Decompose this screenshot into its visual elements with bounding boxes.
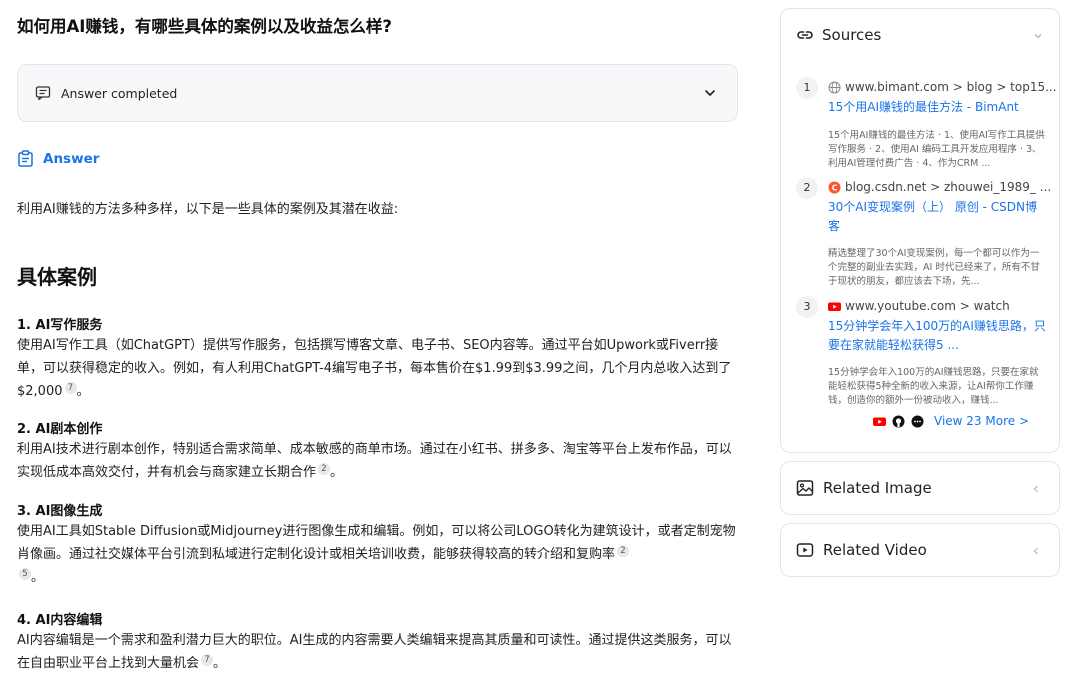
source-snippet: 15个用AI赚钱的最佳方法 · 1、使用AI写作工具提供写作服务 · 2、使用A…	[828, 130, 1045, 169]
source-domain: www.bimant.com > blog > top15...	[828, 80, 1057, 94]
case-text-2: 利用AI技术进行剧本创作，特别适合需求简单、成本敏感的商单市场。通过在小红书、拼…	[17, 442, 732, 480]
source-domain-text: blog.csdn.net > zhouwei_1989_ ...	[845, 180, 1052, 194]
case-body-4: AI内容编辑是一个需求和盈利潜力巨大的职位。AI生成的内容需要人类编辑来提高其质…	[17, 633, 732, 671]
svg-text:C: C	[832, 183, 838, 192]
source-title-link[interactable]: 15个用AI赚钱的最佳方法 - BimAnt	[828, 98, 1048, 117]
case-title-4: 4. AI内容编辑	[17, 613, 103, 628]
related-image-panel[interactable]: Related Image	[780, 461, 1060, 515]
source-domain: C blog.csdn.net > zhouwei_1989_ ...	[828, 180, 1051, 194]
message-icon	[35, 86, 51, 101]
citation-badge[interactable]: 7	[64, 381, 77, 394]
citation-badge[interactable]: 5	[19, 567, 31, 580]
case-title-2: 2. AI剧本创作	[17, 422, 103, 437]
chevron-down-icon[interactable]	[1033, 31, 1043, 41]
video-icon	[796, 543, 814, 557]
sources-title: Sources	[822, 26, 882, 44]
image-icon	[796, 480, 814, 496]
github-icon	[892, 415, 905, 427]
related-video-panel[interactable]: Related Video	[780, 523, 1060, 577]
related-image-label: Related Image	[823, 479, 932, 497]
source-number: 2	[796, 177, 818, 199]
citation-badge[interactable]: 2	[617, 544, 630, 557]
source-snippet: 15分钟学会年入100万的AI赚钱思路，只要在家就能轻松获得5种全新的收入来源，…	[828, 367, 1039, 406]
clipboard-icon	[18, 150, 33, 167]
globe-icon	[828, 81, 841, 93]
more-site-icon	[911, 415, 924, 427]
source-number: 1	[796, 77, 818, 99]
source-domain-text: www.youtube.com > watch	[845, 299, 1010, 313]
source-title-link[interactable]: 15分钟学会年入100万的AI赚钱思路，只要在家就能轻松获得5 ...	[828, 317, 1048, 355]
youtube-icon	[828, 302, 841, 311]
source-title-link[interactable]: 30个AI变现案例（上） 原创 - CSDN博客	[828, 198, 1048, 236]
related-video-label: Related Video	[823, 541, 927, 559]
link-icon	[797, 31, 813, 39]
chevron-down-icon[interactable]	[703, 86, 717, 100]
case-title-3: 3. AI图像生成	[17, 504, 103, 519]
more-sources-row[interactable]: View 23 More >	[873, 414, 1029, 428]
case-text-3: 使用AI工具如Stable Diffusion或Midjourney进行图像生成…	[17, 524, 736, 562]
source-domain-text: www.bimant.com > blog > top15...	[845, 80, 1057, 94]
answer-heading: Answer	[17, 150, 99, 167]
case-text-1: 使用AI写作工具（如ChatGPT）提供写作服务，包括撰写博客文章、电子书、SE…	[17, 338, 732, 399]
answer-status-text: Answer completed	[61, 85, 178, 101]
sources-panel: Sources 1 www.bimant.com > blog > top15.…	[780, 8, 1060, 453]
case-body-1: 使用AI写作工具（如ChatGPT）提供写作服务，包括撰写博客文章、电子书、SE…	[17, 338, 732, 399]
source-domain: www.youtube.com > watch	[828, 299, 1010, 313]
answer-intro: 利用AI赚钱的方法多种多样，以下是一些具体的案例及其潜在收益:	[17, 202, 399, 217]
case-body-3: 使用AI工具如Stable Diffusion或Midjourney进行图像生成…	[17, 520, 739, 589]
youtube-icon	[873, 417, 886, 426]
source-number: 3	[796, 296, 818, 318]
chevron-left-icon[interactable]	[1031, 484, 1041, 494]
citation-badge[interactable]: 7	[201, 653, 214, 666]
view-more-sources-link[interactable]: View 23 More >	[934, 414, 1029, 428]
section-title: 具体案例	[17, 265, 97, 289]
sources-header[interactable]: Sources	[796, 26, 881, 44]
answer-label: Answer	[43, 150, 100, 167]
answer-status-panel[interactable]: Answer completed	[17, 64, 738, 122]
chevron-left-icon[interactable]	[1031, 546, 1041, 556]
source-snippet: 精选整理了30个AI变现案例，每一个都可以作为一个完整的副业去实践，AI 时代已…	[828, 248, 1040, 287]
case-body-2: 利用AI技术进行剧本创作，特别适合需求简单、成本敏感的商单市场。通过在小红书、拼…	[17, 442, 732, 480]
question-title: 如何用AI赚钱，有哪些具体的案例以及收益怎么样?	[17, 17, 392, 36]
case-text-4: AI内容编辑是一个需求和盈利潜力巨大的职位。AI生成的内容需要人类编辑来提高其质…	[17, 633, 732, 671]
case-title-1: 1. AI写作服务	[17, 318, 103, 333]
citation-badge[interactable]: 2	[318, 462, 331, 475]
case-tail-3: 。	[31, 570, 45, 585]
csdn-logo-icon: C	[828, 181, 841, 193]
